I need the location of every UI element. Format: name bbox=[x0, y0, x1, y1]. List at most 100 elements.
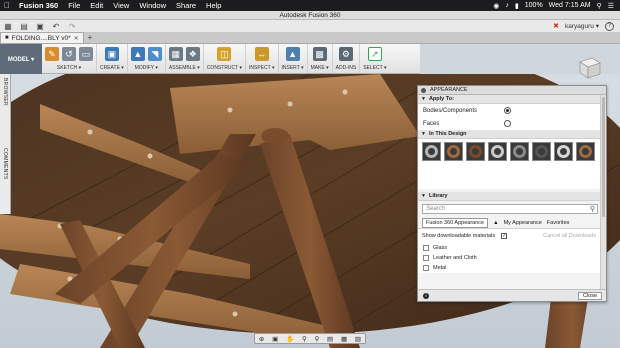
3d-print-icon[interactable]: ▩ bbox=[312, 47, 327, 61]
new-component-icon[interactable]: ▦ bbox=[168, 47, 183, 61]
faces-label: Faces bbox=[423, 120, 440, 127]
viewcube[interactable] bbox=[574, 52, 604, 82]
select-icon[interactable]: ↗ bbox=[367, 47, 382, 61]
show-downloadable-checkbox[interactable]: ✓ bbox=[501, 233, 508, 239]
search-icon[interactable]: ⚲ bbox=[590, 205, 595, 213]
appearance-swatch[interactable] bbox=[422, 142, 441, 161]
fillet-icon[interactable]: ◥ bbox=[147, 47, 162, 61]
document-tab[interactable]: ■ FOLDING....BLY v0* ✕ bbox=[0, 32, 84, 43]
faces-radio[interactable] bbox=[504, 120, 511, 127]
apply-to-section-header[interactable]: ▼ Apply To: bbox=[418, 95, 602, 104]
measure-icon[interactable]: ↔ bbox=[254, 47, 269, 61]
appearance-swatch[interactable] bbox=[510, 142, 529, 161]
wifi-icon[interactable]: ◉ bbox=[493, 2, 499, 10]
offset-plane-icon[interactable]: ◫ bbox=[217, 47, 232, 61]
apple-icon[interactable]:  bbox=[0, 1, 14, 10]
new-tab-icon[interactable]: + bbox=[88, 32, 93, 43]
create-group[interactable]: ▣ CREATE ▾ bbox=[97, 44, 128, 73]
clock[interactable]: Wed 7:15 AM bbox=[549, 2, 591, 9]
collapse-triangle-icon: ▼ bbox=[421, 96, 426, 102]
scrollbar-thumb[interactable] bbox=[602, 97, 605, 217]
menu-app-name[interactable]: Fusion 360 bbox=[14, 1, 63, 10]
create-box-icon[interactable]: ▣ bbox=[104, 47, 119, 61]
inspect-group[interactable]: ↔ INSPECT ▾ bbox=[246, 44, 279, 73]
menu-view[interactable]: View bbox=[108, 1, 134, 10]
category-label: Leather and Cloth bbox=[433, 255, 477, 261]
appearance-swatch[interactable] bbox=[444, 142, 463, 161]
in-this-design-section-header[interactable]: ▼ In This Design bbox=[418, 130, 602, 139]
comments-panel-collapsed[interactable]: COMMENTS bbox=[0, 144, 11, 214]
notifications-icon[interactable]: ☰ bbox=[608, 2, 614, 10]
help-icon[interactable]: ? bbox=[605, 21, 614, 31]
info-icon[interactable]: i bbox=[423, 292, 429, 299]
close-tab-icon[interactable]: ✕ bbox=[74, 35, 79, 42]
orbit-icon[interactable]: ⊕ bbox=[259, 335, 264, 343]
modify-group[interactable]: ▲ ◥ MODIFY ▾ bbox=[128, 44, 166, 73]
tab-fusion-appearance[interactable]: Fusion 360 Appearance bbox=[422, 217, 489, 228]
show-downloadable-row: Show downloadable materials ✓ Cancel all… bbox=[418, 229, 602, 243]
menu-file[interactable]: File bbox=[63, 1, 85, 10]
assemble-group[interactable]: ▦ ❖ ASSEMBLE ▾ bbox=[166, 44, 204, 73]
sketch-icon[interactable]: ✎ bbox=[45, 47, 59, 61]
line-icon[interactable]: ↺ bbox=[62, 47, 76, 61]
appearance-title: APPEARANCE bbox=[430, 87, 468, 93]
apply-to-faces-row[interactable]: Faces bbox=[418, 117, 602, 130]
scripts-icon[interactable]: ⚙ bbox=[338, 47, 353, 61]
data-panel-icon[interactable]: ▦ bbox=[0, 20, 16, 33]
joint-icon[interactable]: ❖ bbox=[185, 47, 200, 61]
browser-panel-collapsed[interactable]: BROWSER bbox=[0, 74, 11, 144]
appearance-swatch[interactable] bbox=[532, 142, 551, 161]
rectangle-icon[interactable]: ▭ bbox=[79, 47, 93, 61]
library-search-input[interactable]: Search ⚲ bbox=[422, 204, 598, 214]
viewports-icon[interactable]: ▨ bbox=[355, 335, 361, 343]
grid-settings-icon[interactable]: ▦ bbox=[341, 335, 347, 343]
bodies-components-radio[interactable] bbox=[504, 107, 511, 114]
appearance-swatch[interactable] bbox=[466, 142, 485, 161]
make-group[interactable]: ▩ MAKE ▾ bbox=[308, 44, 333, 73]
zoom-icon[interactable]: ⚲ bbox=[302, 335, 307, 343]
tab-favorites[interactable]: Favorites bbox=[547, 220, 570, 226]
close-button[interactable]: Close bbox=[578, 292, 602, 300]
menu-window[interactable]: Window bbox=[134, 1, 171, 10]
appearance-dialog-header[interactable]: APPEARANCE bbox=[418, 86, 606, 95]
sketch-group[interactable]: ✎ ↺ ▭ SKETCH ▾ bbox=[42, 44, 97, 73]
volume-icon[interactable]: ♪ bbox=[505, 2, 509, 9]
workspace-switcher[interactable]: MODEL ▾ bbox=[0, 44, 42, 74]
file-menu-icon[interactable]: ▤ bbox=[16, 20, 32, 33]
appearance-swatch[interactable] bbox=[554, 142, 573, 161]
redo-icon[interactable]: ↷ bbox=[64, 20, 80, 33]
menu-help[interactable]: Help bbox=[201, 1, 226, 10]
battery-icon[interactable]: ▮ bbox=[515, 2, 519, 10]
library-category-glass[interactable]: Glass bbox=[418, 243, 602, 253]
battery-percent: 100% bbox=[524, 2, 543, 9]
undo-icon[interactable]: ↶ bbox=[48, 20, 64, 33]
insert-image-icon[interactable]: ▲ bbox=[285, 47, 300, 61]
pan-icon[interactable]: ✋ bbox=[286, 335, 294, 343]
library-section-header[interactable]: ▼ Library bbox=[418, 192, 602, 201]
insert-group[interactable]: ▲ INSERT ▾ bbox=[279, 44, 308, 73]
appearance-swatch[interactable] bbox=[576, 142, 595, 161]
select-group[interactable]: ↗ SELECT ▾ bbox=[360, 44, 389, 73]
fit-icon[interactable]: ⚲ bbox=[314, 335, 319, 343]
user-account[interactable]: karyaguru ▾ bbox=[565, 22, 599, 30]
tab-my-appearance[interactable]: My Appearance bbox=[504, 220, 542, 226]
display-settings-icon[interactable]: ▤ bbox=[327, 335, 333, 343]
cancel-downloads-button[interactable]: Cancel all Downloads bbox=[543, 233, 596, 239]
appearance-scrollbar[interactable] bbox=[600, 95, 606, 301]
design-appearance-swatches bbox=[418, 139, 602, 189]
library-category-leather[interactable]: Leather and Cloth bbox=[418, 253, 602, 263]
navigation-bar: ⊕ ▣ ✋ ⚲ ⚲ ▤ ▦ ▨ bbox=[254, 333, 366, 344]
menu-share[interactable]: Share bbox=[171, 1, 201, 10]
press-pull-icon[interactable]: ▲ bbox=[130, 47, 145, 61]
add-ins-group[interactable]: ⚙ ADD-INS bbox=[333, 44, 361, 73]
apply-to-bodies-row[interactable]: Bodies/Components bbox=[418, 104, 602, 117]
construct-group[interactable]: ◫ CONSTRUCT ▾ bbox=[204, 44, 247, 73]
save-icon[interactable]: ▣ bbox=[32, 20, 48, 33]
search-icon[interactable]: ⚲ bbox=[597, 2, 602, 10]
appearance-swatch[interactable] bbox=[488, 142, 507, 161]
in-this-design-label: In This Design bbox=[428, 131, 467, 137]
job-status-icon[interactable]: ✖ bbox=[553, 22, 559, 30]
menu-edit[interactable]: Edit bbox=[85, 1, 108, 10]
look-at-icon[interactable]: ▣ bbox=[272, 335, 278, 343]
library-category-metal[interactable]: Metal bbox=[418, 263, 602, 273]
